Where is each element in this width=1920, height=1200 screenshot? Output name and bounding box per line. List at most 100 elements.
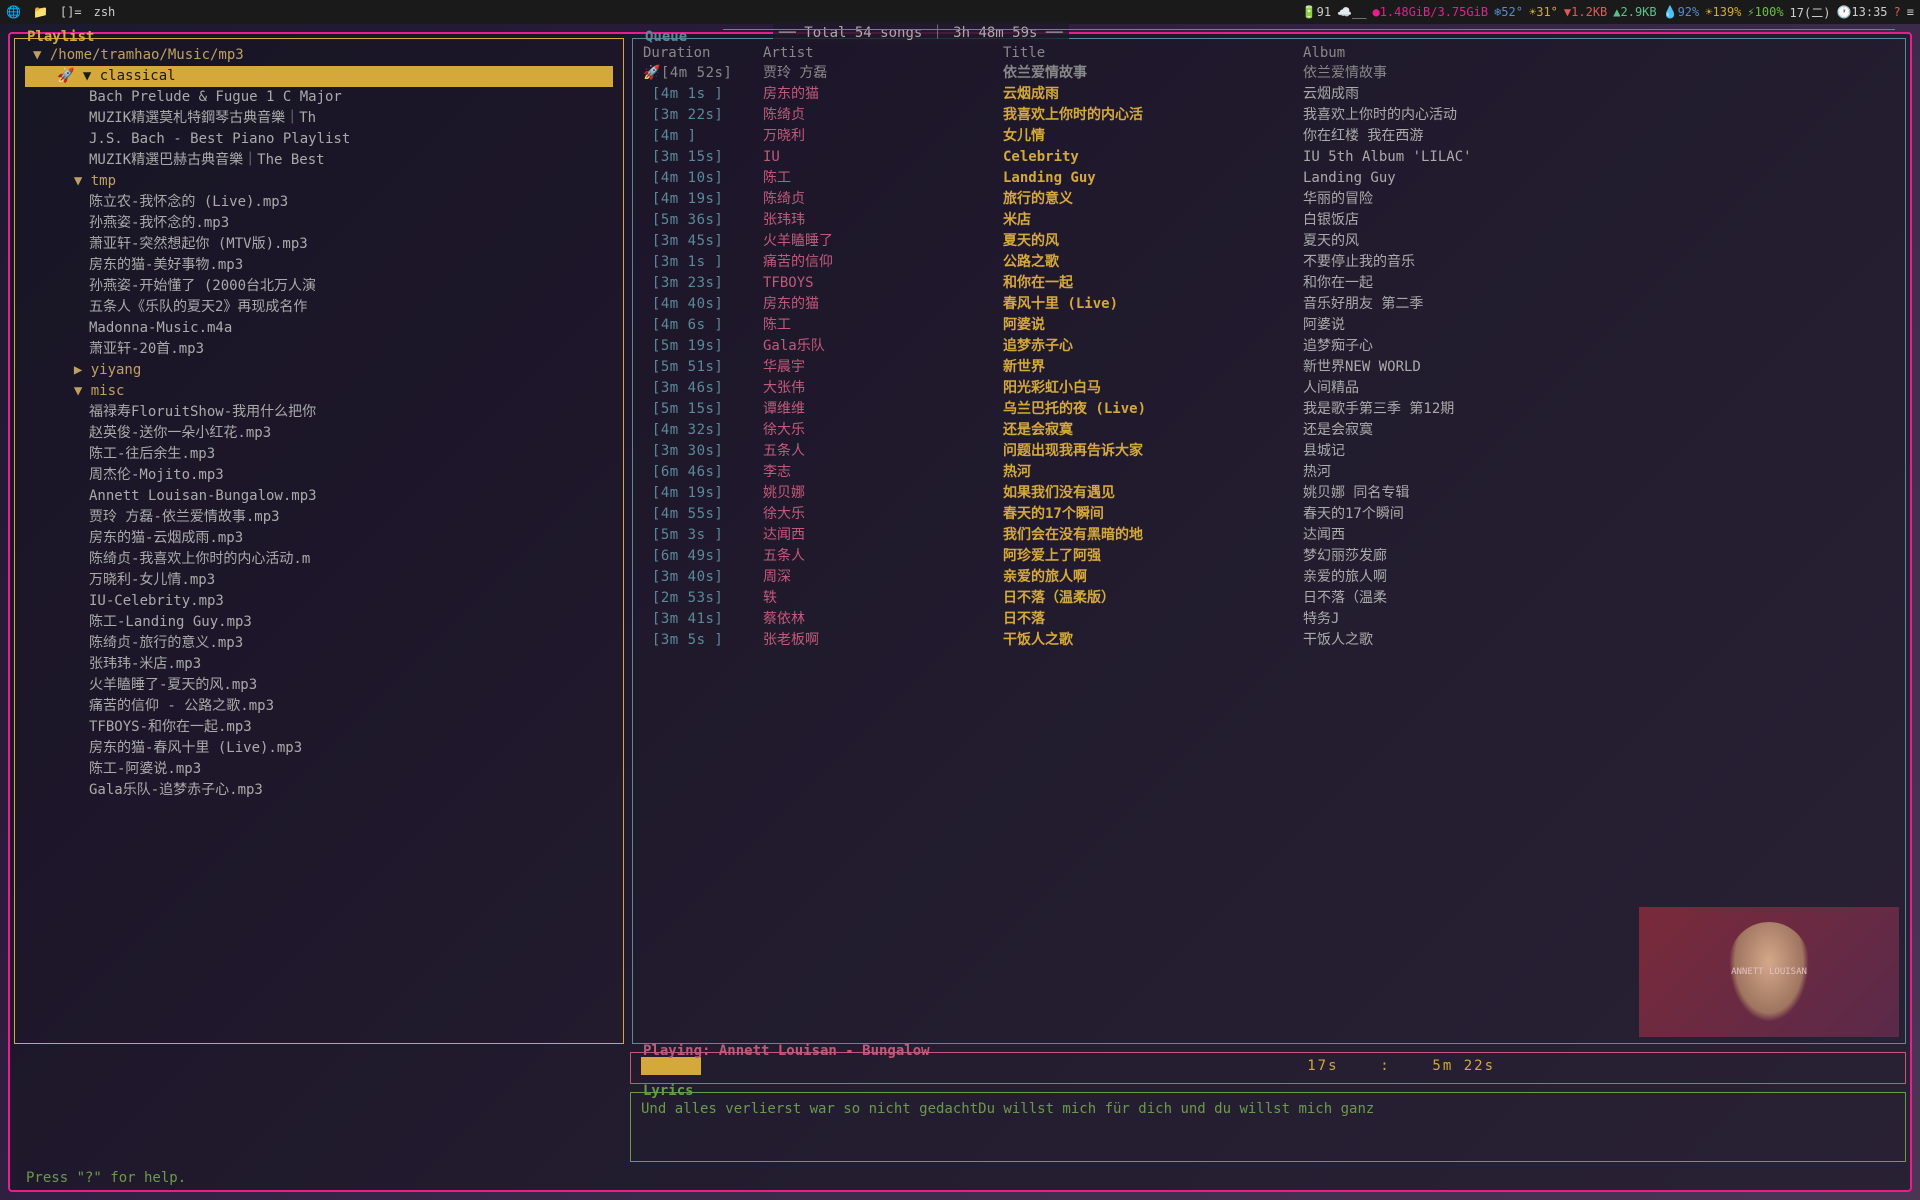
tree-file[interactable]: MUZIK精選巴赫古典音樂｜The Best — [25, 150, 613, 171]
tree-file[interactable]: 陈工-阿婆说.mp3 — [25, 759, 613, 780]
queue-row[interactable]: [5m 51s]华晨宇新世界新世界NEW WORLD — [643, 357, 1895, 378]
tree-file[interactable]: 萧亚轩-突然想起你 (MTV版).mp3 — [25, 234, 613, 255]
queue-row[interactable]: [4m 19s]陈绮贞旅行的意义华丽的冒险 — [643, 189, 1895, 210]
tree-file[interactable]: Madonna-Music.m4a — [25, 318, 613, 339]
queue-row[interactable]: [4m ]万晓利女儿情你在红楼 我在西游 — [643, 126, 1895, 147]
tree-root[interactable]: ▼ /home/tramhao/Music/mp3 — [25, 45, 613, 66]
queue-album: 我是歌手第三季 第12期 — [1303, 399, 1895, 420]
queue-row[interactable]: [4m 40s]房东的猫春风十里 (Live)音乐好朋友 第二季 — [643, 294, 1895, 315]
queue-artist: 谭维维 — [763, 399, 1003, 420]
queue-title: 还是会寂寞 — [1003, 420, 1303, 441]
queue-row[interactable]: [5m 19s]Gala乐队追梦赤子心追梦痴子心 — [643, 336, 1895, 357]
queue-body[interactable]: 🚀[4m 52s]贾玲 方磊依兰爱情故事依兰爱情故事 [4m 1s ]房东的猫云… — [643, 63, 1895, 651]
tree-file[interactable]: 陈绮贞-旅行的意义.mp3 — [25, 633, 613, 654]
queue-row[interactable]: [5m 15s]谭维维乌兰巴托的夜 (Live)我是歌手第三季 第12期 — [643, 399, 1895, 420]
tree-file[interactable]: 萧亚轩-20首.mp3 — [25, 339, 613, 360]
queue-title: 春风十里 (Live) — [1003, 294, 1303, 315]
tree-file[interactable]: MUZIK精選莫札特鋼琴古典音樂｜Th — [25, 108, 613, 129]
queue-row[interactable]: [3m 40s]周深亲爱的旅人啊亲爱的旅人啊 — [643, 567, 1895, 588]
queue-row[interactable]: [2m 53s]轶日不落（温柔版）日不落（温柔 — [643, 588, 1895, 609]
tree-folder-misc[interactable]: ▼ misc — [25, 381, 613, 402]
tree-file[interactable]: 张玮玮-米店.mp3 — [25, 654, 613, 675]
playlist-tree[interactable]: ▼ /home/tramhao/Music/mp3🚀 ▼ classicalBa… — [25, 45, 613, 801]
tree-file[interactable]: J.S. Bach - Best Piano Playlist — [25, 129, 613, 150]
queue-artist: 大张伟 — [763, 378, 1003, 399]
queue-duration: [5m 15s] — [643, 399, 763, 420]
globe-icon[interactable]: 🌐 — [6, 5, 21, 19]
tree-file[interactable]: Bach Prelude & Fugue 1 C Major — [25, 87, 613, 108]
pct-3: ⚡100% — [1747, 5, 1783, 19]
tree-folder-classical[interactable]: 🚀 ▼ classical — [25, 66, 613, 87]
tree-file[interactable]: 赵英俊-送你一朵小红花.mp3 — [25, 423, 613, 444]
queue-album: 亲爱的旅人啊 — [1303, 567, 1895, 588]
tree-file[interactable]: 痛苦的信仰 - 公路之歌.mp3 — [25, 696, 613, 717]
tree-file[interactable]: 福禄寿FloruitShow-我用什么把你 — [25, 402, 613, 423]
queue-artist: 蔡依林 — [763, 609, 1003, 630]
queue-row[interactable]: [3m 5s ]张老板啊干饭人之歌干饭人之歌 — [643, 630, 1895, 651]
queue-row[interactable]: [4m 32s]徐大乐还是会寂寞还是会寂寞 — [643, 420, 1895, 441]
tree-file[interactable]: 万晓利-女儿情.mp3 — [25, 570, 613, 591]
tree-file[interactable]: 孙燕姿-开始懂了 (2000台北万人演 — [25, 276, 613, 297]
queue-row[interactable]: [4m 19s]姚贝娜如果我们没有遇见姚贝娜 同名专辑 — [643, 483, 1895, 504]
header-title: Title — [1003, 45, 1303, 61]
tree-file[interactable]: 贾玲 方磊-依兰爱情故事.mp3 — [25, 507, 613, 528]
queue-album: 达闻西 — [1303, 525, 1895, 546]
queue-title: 阳光彩虹小白马 — [1003, 378, 1303, 399]
tree-file[interactable]: Annett Louisan-Bungalow.mp3 — [25, 486, 613, 507]
progress-time: 17s : 5m 22s — [1307, 1058, 1495, 1074]
tree-file[interactable]: 五条人《乐队的夏天2》再现成名作 — [25, 297, 613, 318]
queue-artist: 痛苦的信仰 — [763, 252, 1003, 273]
queue-row[interactable]: [6m 49s]五条人阿珍爱上了阿强梦幻丽莎发廊 — [643, 546, 1895, 567]
queue-row[interactable]: [3m 41s]蔡依林日不落特务J — [643, 609, 1895, 630]
tree-file[interactable]: 周杰伦-Mojito.mp3 — [25, 465, 613, 486]
queue-duration: [4m 55s] — [643, 504, 763, 525]
pct-1: 💧92% — [1663, 5, 1700, 19]
queue-duration: [5m 36s] — [643, 210, 763, 231]
elapsed-time: 17s — [1307, 1058, 1338, 1074]
queue-row[interactable]: [6m 46s]李志热河热河 — [643, 462, 1895, 483]
tree-file[interactable]: Gala乐队-追梦赤子心.mp3 — [25, 780, 613, 801]
tree-file[interactable]: 孙燕姿-我怀念的.mp3 — [25, 213, 613, 234]
queue-duration: [3m 5s ] — [643, 630, 763, 651]
tree-folder-yiyang[interactable]: ▶ yiyang — [25, 360, 613, 381]
queue-row[interactable]: [3m 15s]IUCelebrityIU 5th Album 'LILAC' — [643, 147, 1895, 168]
queue-duration: 🚀[4m 52s] — [643, 63, 763, 84]
queue-row[interactable]: [4m 6s ]陈工阿婆说阿婆说 — [643, 315, 1895, 336]
tree-file[interactable]: 房东的猫-春风十里 (Live).mp3 — [25, 738, 613, 759]
help-icon[interactable]: ? — [1894, 5, 1901, 19]
tree-file[interactable]: 陈工-往后余生.mp3 — [25, 444, 613, 465]
queue-title: 亲爱的旅人啊 — [1003, 567, 1303, 588]
queue-row[interactable]: [4m 55s]徐大乐春天的17个瞬间春天的17个瞬间 — [643, 504, 1895, 525]
tree-file[interactable]: IU-Celebrity.mp3 — [25, 591, 613, 612]
queue-row[interactable]: [3m 22s]陈绮贞我喜欢上你时的内心活我喜欢上你时的内心活动 — [643, 105, 1895, 126]
queue-album: 热河 — [1303, 462, 1895, 483]
tree-file[interactable]: 房东的猫-美好事物.mp3 — [25, 255, 613, 276]
tree-file[interactable]: 陈绮贞-我喜欢上你时的内心活动.m — [25, 549, 613, 570]
tree-folder-tmp[interactable]: ▼ tmp — [25, 171, 613, 192]
menu-icon[interactable]: ≡ — [1907, 5, 1914, 19]
queue-row[interactable]: [4m 1s ]房东的猫云烟成雨云烟成雨 — [643, 84, 1895, 105]
queue-row[interactable]: [5m 3s ]达闻西我们会在没有黑暗的地达闻西 — [643, 525, 1895, 546]
tree-file[interactable]: 房东的猫-云烟成雨.mp3 — [25, 528, 613, 549]
queue-title: 云烟成雨 — [1003, 84, 1303, 105]
queue-title: 阿婆说 — [1003, 315, 1303, 336]
tree-file[interactable]: TFBOYS-和你在一起.mp3 — [25, 717, 613, 738]
queue-row[interactable]: [4m 10s]陈工Landing GuyLanding Guy — [643, 168, 1895, 189]
queue-album: 你在红楼 我在西游 — [1303, 126, 1895, 147]
queue-row[interactable]: [3m 23s]TFBOYS和你在一起和你在一起 — [643, 273, 1895, 294]
queue-row[interactable]: [3m 45s]火羊瞌睡了夏天的风夏天的风 — [643, 231, 1895, 252]
queue-title: 女儿情 — [1003, 126, 1303, 147]
queue-row[interactable]: 🚀[4m 52s]贾玲 方磊依兰爱情故事依兰爱情故事 — [643, 63, 1895, 84]
tree-file[interactable]: 火羊瞌睡了-夏天的风.mp3 — [25, 675, 613, 696]
folder-icon[interactable]: 📁 — [33, 5, 48, 19]
queue-title: 依兰爱情故事 — [1003, 63, 1303, 84]
tree-file[interactable]: 陈工-Landing Guy.mp3 — [25, 612, 613, 633]
queue-row[interactable]: [3m 1s ]痛苦的信仰公路之歌不要停止我的音乐 — [643, 252, 1895, 273]
tree-file[interactable]: 陈立农-我怀念的 (Live).mp3 — [25, 192, 613, 213]
progress-bar[interactable] — [641, 1057, 701, 1075]
playlist-panel-title: Playlist — [23, 29, 98, 45]
queue-row[interactable]: [5m 36s]张玮玮米店白银饭店 — [643, 210, 1895, 231]
queue-row[interactable]: [3m 30s]五条人问题出现我再告诉大家县城记 — [643, 441, 1895, 462]
queue-title: 问题出现我再告诉大家 — [1003, 441, 1303, 462]
queue-row[interactable]: [3m 46s]大张伟阳光彩虹小白马人间精品 — [643, 378, 1895, 399]
